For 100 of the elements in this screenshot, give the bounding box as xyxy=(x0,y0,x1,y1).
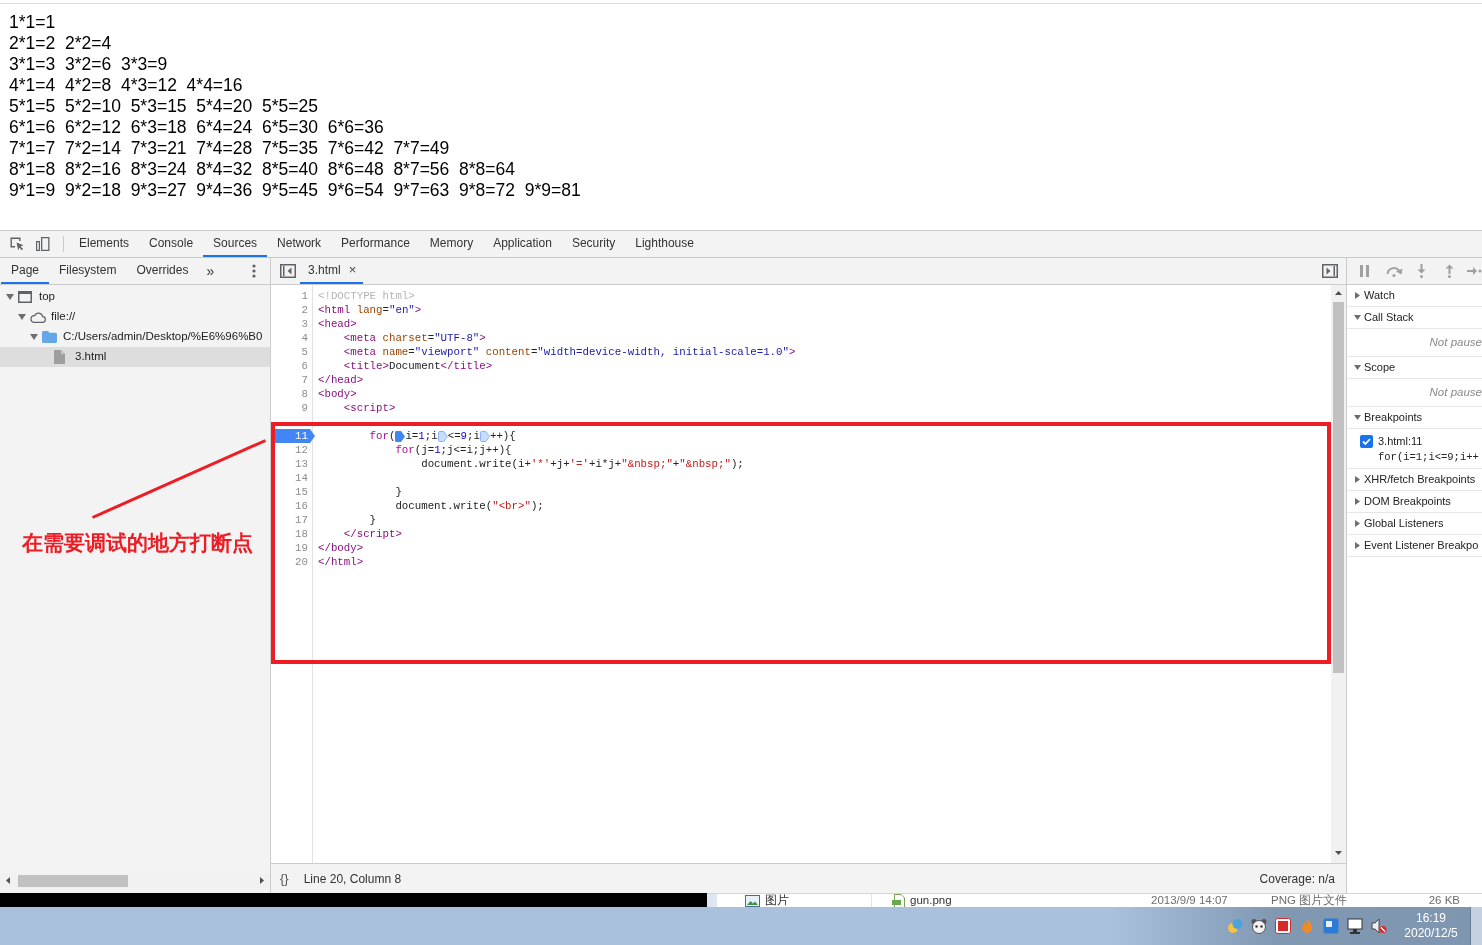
format-button[interactable]: {} xyxy=(280,868,289,889)
output-line: 2*1=2 2*2=4 xyxy=(9,33,112,54)
down-triangle-icon[interactable] xyxy=(1354,365,1361,370)
code-text: i=1;i xyxy=(405,429,438,443)
inspect-element-icon[interactable] xyxy=(9,236,25,252)
show-desktop-button[interactable] xyxy=(1470,907,1482,945)
line-number: 15 xyxy=(294,485,309,499)
square-tile-icon[interactable] xyxy=(1275,918,1291,934)
pane-header[interactable]: DOM Breakpoints xyxy=(1347,491,1482,513)
pane-header[interactable]: Event Listener Breakpo xyxy=(1347,535,1482,557)
status-message: Not pause xyxy=(1429,334,1482,350)
line-number: 6 xyxy=(300,359,309,373)
close-tab-button[interactable]: × xyxy=(348,263,357,277)
file-date: 2013/9/9 14:07 xyxy=(1151,894,1228,906)
output-line: 8*1=8 8*2=16 8*3=24 8*4=32 8*5=40 8*6=48 8*7=56 8*8=64 xyxy=(9,159,516,180)
down-triangle-icon[interactable] xyxy=(1354,415,1361,420)
pane-header[interactable]: Watch xyxy=(1347,285,1482,307)
breakpoint-location: 3.html:11 xyxy=(1378,435,1424,448)
tree-item[interactable]: file:// xyxy=(0,307,270,327)
line-number: 1 xyxy=(300,289,309,303)
more-options-icon[interactable] xyxy=(252,264,256,278)
device-toolbar-icon[interactable] xyxy=(35,236,51,252)
code-line: <body> xyxy=(318,387,357,401)
code-line: <!DOCTYPE html> xyxy=(318,289,415,303)
code-line: <html lang="en"> xyxy=(318,303,422,317)
file-tab[interactable]: 3.html × xyxy=(300,258,364,284)
tree-item[interactable]: C:/Users/admin/Desktop/%E6%96%B0 xyxy=(0,327,270,347)
devtools-tab[interactable]: Console xyxy=(139,231,204,257)
right-triangle-icon[interactable] xyxy=(1355,542,1360,549)
devtools-tab[interactable]: Memory xyxy=(419,231,484,257)
code-line: <head> xyxy=(318,317,357,331)
cursor-position: Line 20, Column 8 xyxy=(303,870,402,888)
right-triangle-icon[interactable] xyxy=(1355,292,1360,299)
devtools-tab[interactable]: Lighthouse xyxy=(625,231,704,257)
tree-item[interactable]: top xyxy=(0,287,270,307)
down-triangle-icon[interactable] xyxy=(1354,315,1361,320)
line-number: 3 xyxy=(300,317,309,331)
image-icon xyxy=(745,894,760,907)
breakpoint-line-number[interactable]: 11 xyxy=(275,429,315,443)
scrollbar-thumb[interactable] xyxy=(18,874,128,887)
scroll-right-arrow-icon[interactable] xyxy=(260,877,264,884)
line-number: 4 xyxy=(300,331,309,345)
devtools-tab[interactable]: Network xyxy=(267,231,332,257)
toggle-navigator-icon[interactable] xyxy=(280,264,296,278)
checkbox[interactable] xyxy=(1360,435,1373,448)
line-number: 13 xyxy=(294,457,309,471)
line-number: 18 xyxy=(294,527,309,541)
code-line: <title>Document</title> xyxy=(342,359,493,373)
line-number: 19 xyxy=(294,541,309,555)
down-triangle-icon[interactable] xyxy=(6,294,14,300)
right-triangle-icon[interactable] xyxy=(1355,498,1360,505)
file-name: gun.png xyxy=(910,894,952,907)
navigator-tab[interactable]: Filesystem xyxy=(49,258,127,284)
tree-item[interactable]: 3.html xyxy=(0,347,270,367)
line-number: 20 xyxy=(294,555,309,569)
more-tabs-button[interactable]: » xyxy=(206,258,215,284)
pane-header[interactable]: XHR/fetch Breakpoints xyxy=(1347,469,1482,491)
line-number: 8 xyxy=(300,387,309,401)
code-text: ++){ xyxy=(489,429,516,443)
output-line: 6*1=6 6*2=12 6*3=18 6*4=24 6*5=30 6*6=36 xyxy=(9,117,384,138)
file-size: 26 KB xyxy=(1428,894,1460,906)
pane-header[interactable]: Call Stack xyxy=(1347,307,1482,329)
down-triangle-icon[interactable] xyxy=(18,314,26,320)
inline-breakpoint-icon[interactable] xyxy=(395,430,406,442)
devtools-tab[interactable]: Performance xyxy=(331,231,420,257)
toggle-debugger-icon[interactable] xyxy=(1322,264,1338,278)
code-line: </body> xyxy=(318,541,364,555)
code-line: <meta charset="UTF-8"> xyxy=(342,331,486,345)
line-number: 16 xyxy=(294,499,309,513)
speaker-muted-icon[interactable] xyxy=(1371,918,1387,934)
right-triangle-icon[interactable] xyxy=(1355,476,1360,483)
scrollbar-thumb[interactable] xyxy=(1333,302,1344,673)
folder-name: 图片 xyxy=(765,894,789,907)
scroll-down-arrow-icon[interactable] xyxy=(1335,850,1342,855)
scroll-up-arrow-icon[interactable] xyxy=(1335,290,1342,295)
line-number: 12 xyxy=(294,443,309,457)
pane-header[interactable]: Breakpoints xyxy=(1347,407,1482,429)
right-triangle-icon[interactable] xyxy=(1355,520,1360,527)
devtools-tab[interactable]: Application xyxy=(483,231,562,257)
navigator-tab[interactable]: Page xyxy=(1,258,50,284)
monitor-icon[interactable] xyxy=(1347,918,1363,934)
devtools-tab[interactable]: Security xyxy=(561,231,626,257)
code-line: } xyxy=(394,485,402,499)
pane-header[interactable]: Global Listeners xyxy=(1347,513,1482,535)
navigator-tab[interactable]: Overrides xyxy=(126,258,199,284)
app-tile-icon[interactable] xyxy=(1323,918,1339,934)
output-line: 3*1=3 3*2=6 3*3=9 xyxy=(9,54,168,75)
down-triangle-icon[interactable] xyxy=(30,334,38,340)
scroll-left-arrow-icon[interactable] xyxy=(6,877,10,884)
code-line: <meta name="viewport" content="width=device-width, initial-scale=1.0"> xyxy=(342,345,796,359)
pane-header[interactable]: Scope xyxy=(1347,357,1482,379)
output-line: 4*1=4 4*2=8 4*3=12 4*4=16 xyxy=(9,75,243,96)
output-line: 5*1=5 5*2=10 5*3=15 5*4=20 5*5=25 xyxy=(9,96,318,117)
devtools-tab[interactable]: Elements xyxy=(69,231,140,257)
line-number: 9 xyxy=(300,401,309,415)
code-line: document.write(i+'*'+j+'='+i*j+"&nbsp;"+"&nbsp;"); xyxy=(420,457,744,471)
line-number: 14 xyxy=(294,471,309,485)
bear-face-icon[interactable] xyxy=(1251,918,1267,934)
code-line: <script> xyxy=(342,401,396,415)
code-line: </script> xyxy=(342,527,402,541)
